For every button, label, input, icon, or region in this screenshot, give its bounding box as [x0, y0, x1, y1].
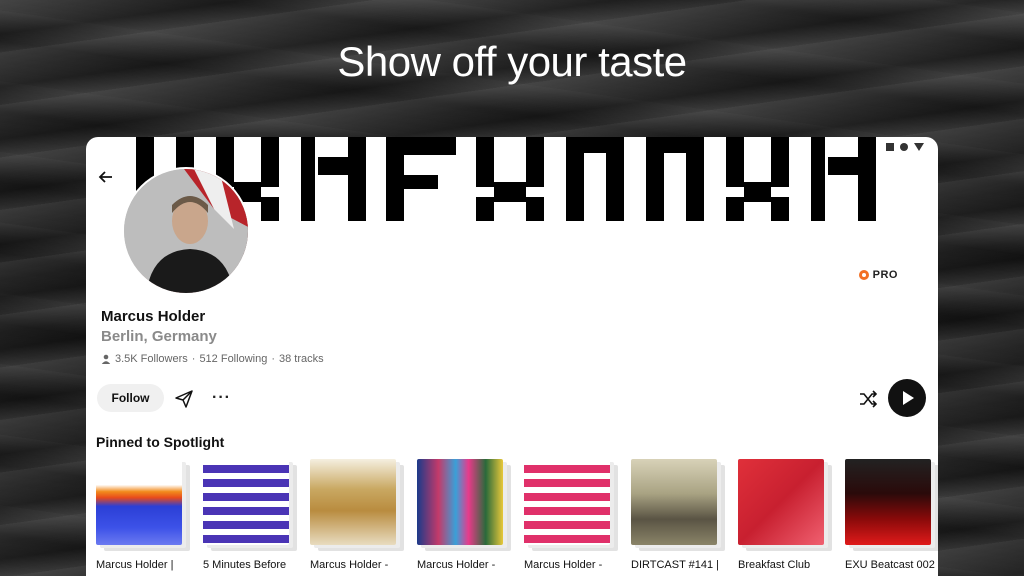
more-options-button[interactable]: ···	[212, 389, 231, 407]
track-artwork[interactable]	[524, 459, 610, 545]
section-title: Pinned to Spotlight	[96, 434, 225, 450]
track-title[interactable]: DIRTCAST #141 |	[631, 559, 731, 571]
track-artwork[interactable]	[96, 459, 182, 545]
track-artwork[interactable]	[738, 459, 824, 545]
profile-stats: 3.5K Followers · 512 Following · 38 trac…	[101, 353, 324, 365]
share-icon[interactable]	[174, 389, 194, 409]
status-icons	[886, 143, 924, 151]
track-artwork[interactable]	[845, 459, 931, 545]
signal-icon	[886, 143, 894, 151]
avatar-photo	[124, 169, 248, 293]
track-artwork[interactable]	[631, 459, 717, 545]
pro-label: PRO	[872, 269, 898, 281]
track-card[interactable]: Marcus Holder -	[417, 459, 511, 571]
track-title[interactable]: 5 Minutes Before	[203, 559, 303, 571]
pro-icon	[858, 270, 869, 280]
wifi-icon	[900, 143, 908, 151]
back-arrow-icon[interactable]	[96, 167, 116, 187]
track-artwork[interactable]	[417, 459, 503, 545]
track-title[interactable]: Marcus Holder |	[96, 559, 196, 571]
followers-count[interactable]: 3.5K Followers	[115, 353, 188, 365]
battery-icon	[914, 143, 924, 151]
track-title[interactable]: Marcus Holder -	[524, 559, 624, 571]
track-card[interactable]: 5 Minutes Before	[203, 459, 297, 571]
play-button[interactable]	[888, 379, 926, 417]
profile-location: Berlin, Germany	[101, 328, 217, 345]
following-count[interactable]: 512 Following	[199, 353, 267, 365]
shuffle-icon[interactable]	[858, 389, 878, 409]
track-card[interactable]: Marcus Holder -	[310, 459, 404, 571]
profile-name: Marcus Holder	[101, 308, 206, 325]
track-card[interactable]: Marcus Holder -	[524, 459, 618, 571]
profile-card: PRO Marcus Holder Berlin, Germany 3.5K F…	[86, 137, 938, 576]
tracks-count[interactable]: 38 tracks	[279, 353, 324, 365]
pinned-tracks-list: Marcus Holder | 5 Minutes Before Marcus …	[96, 459, 938, 571]
track-title[interactable]: Marcus Holder -	[417, 559, 517, 571]
track-card[interactable]: EXU Beatcast 002 -	[845, 459, 938, 571]
stats-separator: ·	[271, 353, 275, 365]
track-card[interactable]: Breakfast Club	[738, 459, 832, 571]
track-title[interactable]: Breakfast Club	[738, 559, 838, 571]
avatar	[122, 167, 250, 295]
headline: Show off your taste	[337, 38, 687, 85]
track-card[interactable]: DIRTCAST #141 |	[631, 459, 725, 571]
pro-badge: PRO	[858, 269, 898, 281]
stats-separator: ·	[191, 353, 196, 365]
track-title[interactable]: Marcus Holder -	[310, 559, 410, 571]
track-artwork[interactable]	[310, 459, 396, 545]
follow-button[interactable]: Follow	[97, 384, 164, 412]
user-icon	[101, 354, 111, 364]
track-title[interactable]: EXU Beatcast 002 -	[845, 559, 938, 571]
track-card[interactable]: Marcus Holder |	[96, 459, 190, 571]
track-artwork[interactable]	[203, 459, 289, 545]
